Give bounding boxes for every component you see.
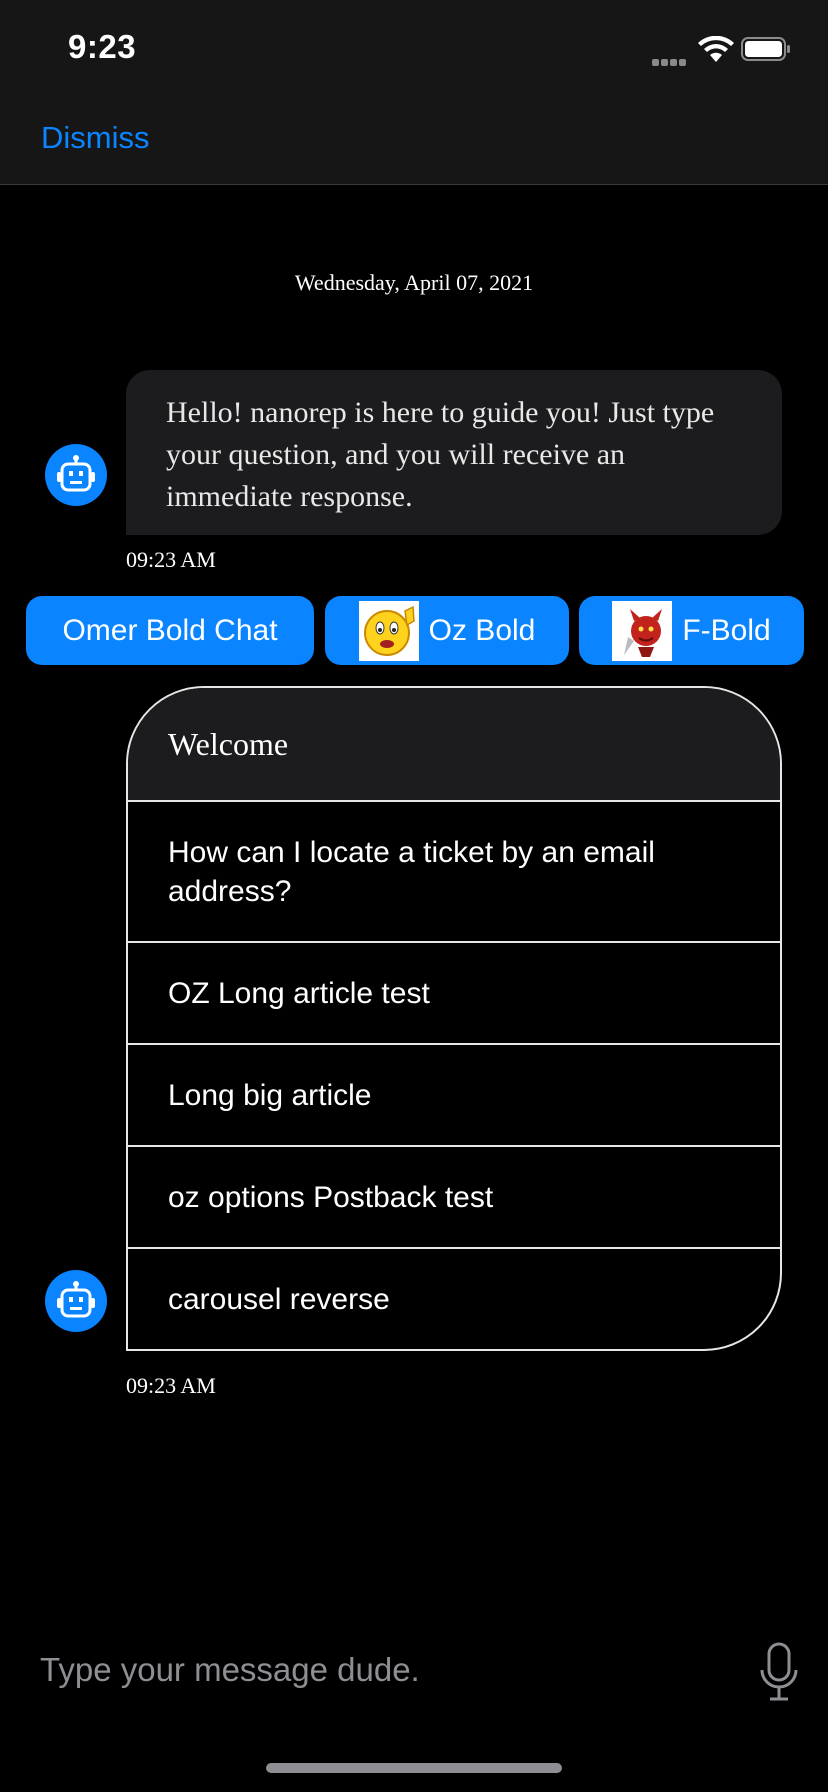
waving-smiley-icon <box>358 600 419 661</box>
red-devil-icon <box>612 600 673 661</box>
quick-reply-label: F-Bold <box>682 613 771 647</box>
cellular-signal-icon <box>652 53 688 71</box>
status-time: 9:23 <box>68 28 137 65</box>
bot-avatar <box>45 444 107 506</box>
microphone-icon[interactable] <box>758 1642 800 1702</box>
message-timestamp: 09:23 AM <box>126 547 216 572</box>
navigation-bar: Dismiss <box>0 90 828 185</box>
carousel-option[interactable]: carousel reverse <box>128 1249 780 1349</box>
quick-reply-label: Omer Bold Chat <box>62 613 278 647</box>
bot-avatar <box>45 1270 107 1332</box>
wifi-icon <box>698 36 734 62</box>
carousel-option[interactable]: oz options Postback test <box>128 1147 780 1249</box>
carousel-option[interactable]: Long big article <box>128 1045 780 1147</box>
carousel-title: Welcome <box>128 688 780 802</box>
carousel-card: Welcome How can I locate a ticket by an … <box>126 686 782 1351</box>
chat-date-header: Wednesday, April 07, 2021 <box>294 270 534 295</box>
quick-reply-label: Oz Bold <box>428 613 536 647</box>
dismiss-button[interactable]: Dismiss <box>41 120 150 156</box>
bot-message-bubble: Hello! nanorep is here to guide you! Jus… <box>126 370 782 535</box>
carousel-option[interactable]: How can I locate a ticket by an email ad… <box>128 802 780 943</box>
robot-icon <box>57 1281 95 1318</box>
robot-icon <box>57 455 95 492</box>
message-timestamp: 09:23 AM <box>126 1373 216 1398</box>
status-bar: 9:23 <box>0 0 828 90</box>
carousel-option[interactable]: OZ Long article test <box>128 943 780 1045</box>
quick-reply-omer-bold-chat[interactable]: Omer Bold Chat <box>26 596 314 665</box>
message-input-bar <box>0 1620 828 1720</box>
quick-reply-oz-bold[interactable]: Oz Bold <box>325 596 569 665</box>
battery-icon <box>741 37 790 61</box>
message-input[interactable] <box>40 1646 720 1694</box>
home-indicator[interactable] <box>266 1763 562 1773</box>
quick-reply-f-bold[interactable]: F-Bold <box>579 596 804 665</box>
